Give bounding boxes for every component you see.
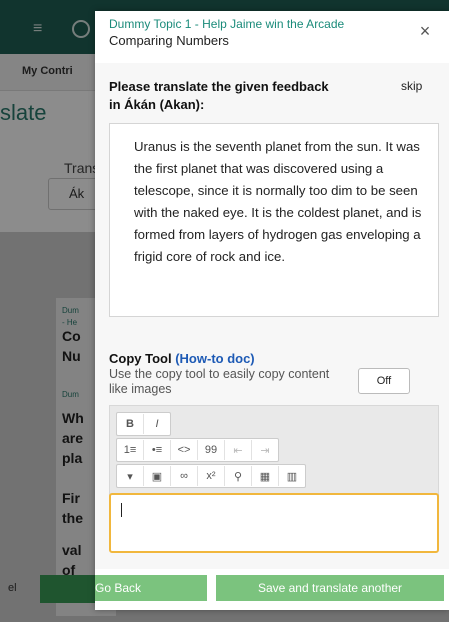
howto-doc-link[interactable]: (How-to doc): [175, 351, 254, 366]
copy-tool-label: Copy Tool: [109, 351, 172, 366]
dropdown-icon[interactable]: ▾: [117, 466, 144, 486]
skip-button[interactable]: skip: [401, 79, 422, 93]
translation-modal: Dummy Topic 1 - Help Jaime win the Arcad…: [95, 11, 449, 610]
video-icon[interactable]: ▥: [279, 466, 305, 486]
modal-content: Please translate the given feedback in Á…: [95, 63, 449, 569]
bullet-list-icon[interactable]: •≡: [144, 440, 171, 460]
skill-link-icon[interactable]: ⚲: [225, 466, 252, 486]
copy-tool-toggle[interactable]: Off: [358, 368, 410, 394]
editor-toolbar: B I 1≡ •≡ <> 99 ⇤ ⇥ ▾ ▣ ∞ x² ⚲ ▦ ▥: [109, 405, 439, 497]
translation-prompt: Please translate the given feedback in Á…: [109, 79, 329, 112]
table-icon[interactable]: ▦: [252, 466, 279, 486]
copy-tool-heading: Copy Tool (How-to doc): [109, 351, 255, 366]
passage-box: Uranus is the seventh planet from the su…: [109, 123, 439, 317]
source-passage: Uranus is the seventh planet from the su…: [134, 139, 422, 264]
outdent-icon[interactable]: ⇤: [225, 440, 252, 460]
close-icon[interactable]: ×: [417, 22, 433, 40]
math-formula-icon[interactable]: x²: [198, 466, 225, 486]
indent-icon[interactable]: ⇥: [252, 440, 278, 460]
code-block-icon[interactable]: <>: [171, 440, 198, 460]
save-and-translate-another-button[interactable]: Save and translate another: [216, 575, 444, 601]
ordered-list-icon[interactable]: 1≡: [117, 440, 144, 460]
blockquote-icon[interactable]: 99: [198, 440, 225, 460]
translation-editor[interactable]: [109, 493, 439, 553]
italic-button[interactable]: I: [144, 414, 170, 434]
topic-subtitle: Comparing Numbers: [109, 33, 229, 48]
image-icon[interactable]: ▣: [144, 466, 171, 486]
format-group: B I: [116, 412, 171, 436]
topic-link[interactable]: Dummy Topic 1 - Help Jaime win the Arcad…: [109, 17, 344, 31]
list-group: 1≡ •≡ <> 99 ⇤ ⇥: [116, 438, 279, 462]
go-back-button[interactable]: Go Back: [95, 575, 207, 601]
modal-footer: Go Back Save and translate another: [95, 569, 449, 610]
bold-button[interactable]: B: [117, 414, 144, 434]
insert-group: ▾ ▣ ∞ x² ⚲ ▦ ▥: [116, 464, 306, 488]
copy-tool-description: Use the copy tool to easily copy content…: [109, 367, 330, 396]
modal-header: Dummy Topic 1 - Help Jaime win the Arcad…: [95, 11, 449, 63]
text-caret: [121, 503, 122, 517]
link-icon[interactable]: ∞: [171, 466, 198, 486]
